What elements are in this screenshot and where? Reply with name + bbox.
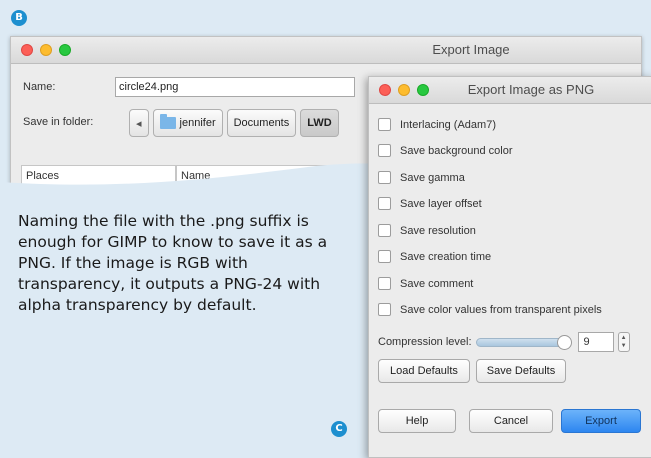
compression-slider[interactable] bbox=[475, 334, 572, 350]
path-item-label: jennifer bbox=[179, 117, 216, 129]
option-label: Save gamma bbox=[400, 171, 465, 184]
compression-value-field[interactable]: 9 bbox=[577, 332, 614, 352]
checkbox[interactable] bbox=[378, 197, 391, 210]
png-dialog-titlebar: Export Image as PNG bbox=[369, 77, 651, 104]
checkbox[interactable] bbox=[378, 277, 391, 290]
window-title: Export Image bbox=[432, 42, 510, 57]
option-save-background-color[interactable]: Save background color bbox=[378, 144, 513, 157]
export-image-titlebar: Export Image bbox=[11, 37, 641, 64]
chevron-up-icon[interactable]: ▲ bbox=[619, 334, 629, 342]
path-item-jennifer[interactable]: jennifer bbox=[152, 109, 223, 137]
option-label: Save resolution bbox=[400, 224, 476, 237]
load-defaults-button[interactable]: Load Defaults bbox=[378, 359, 470, 383]
option-label: Save layer offset bbox=[400, 197, 482, 210]
png-dialog-title: Export Image as PNG bbox=[467, 82, 595, 97]
path-item-label: LWD bbox=[307, 117, 332, 129]
chevron-left-icon: ◂ bbox=[136, 117, 142, 130]
compression-row: Compression level: 9 ▲ ▼ bbox=[378, 332, 630, 352]
compression-label: Compression level: bbox=[378, 336, 472, 348]
checkbox[interactable] bbox=[378, 224, 391, 237]
checkbox[interactable] bbox=[378, 171, 391, 184]
path-item-documents[interactable]: Documents bbox=[226, 109, 297, 137]
name-label: Name: bbox=[23, 81, 56, 93]
filename-input[interactable]: circle24.png bbox=[115, 77, 355, 97]
save-in-folder-label: Save in folder: bbox=[23, 116, 94, 128]
folder-path-bar: ◂ jennifer Documents LWD bbox=[129, 109, 339, 137]
marker-b: B bbox=[11, 10, 27, 26]
option-interlacing[interactable]: Interlacing (Adam7) bbox=[378, 118, 496, 131]
caption-text: Naming the file with the .png suffix is … bbox=[18, 212, 328, 314]
marker-c: C bbox=[331, 421, 347, 437]
path-item-label: Documents bbox=[233, 117, 290, 129]
option-label: Save background color bbox=[400, 144, 513, 157]
option-save-comment[interactable]: Save comment bbox=[378, 277, 473, 290]
option-save-transparent-pixel-colors[interactable]: Save color values from transparent pixel… bbox=[378, 303, 602, 316]
option-label: Save creation time bbox=[400, 250, 492, 263]
save-defaults-button[interactable]: Save Defaults bbox=[476, 359, 566, 383]
option-label: Save comment bbox=[400, 277, 474, 290]
option-label: Interlacing (Adam7) bbox=[400, 118, 496, 131]
home-folder-icon bbox=[159, 114, 176, 129]
export-png-dialog: Export Image as PNG Interlacing (Adam7) … bbox=[368, 76, 651, 458]
option-save-layer-offset[interactable]: Save layer offset bbox=[378, 197, 482, 210]
help-button[interactable]: Help bbox=[378, 409, 456, 433]
option-save-resolution[interactable]: Save resolution bbox=[378, 224, 476, 237]
checkbox[interactable] bbox=[378, 303, 391, 316]
option-label: Save color values from transparent pixel… bbox=[400, 303, 602, 316]
path-back-button[interactable]: ◂ bbox=[129, 109, 149, 137]
checkbox[interactable] bbox=[378, 118, 391, 131]
cancel-button[interactable]: Cancel bbox=[469, 409, 553, 433]
checkbox[interactable] bbox=[378, 144, 391, 157]
option-save-gamma[interactable]: Save gamma bbox=[378, 171, 465, 184]
compression-stepper[interactable]: ▲ ▼ bbox=[617, 332, 630, 352]
slider-knob[interactable] bbox=[556, 334, 572, 350]
checkbox[interactable] bbox=[378, 250, 391, 263]
export-button[interactable]: Export bbox=[561, 409, 641, 433]
path-item-lwd[interactable]: LWD bbox=[300, 109, 339, 137]
option-save-creation-time[interactable]: Save creation time bbox=[378, 250, 491, 263]
chevron-down-icon[interactable]: ▼ bbox=[619, 342, 629, 350]
